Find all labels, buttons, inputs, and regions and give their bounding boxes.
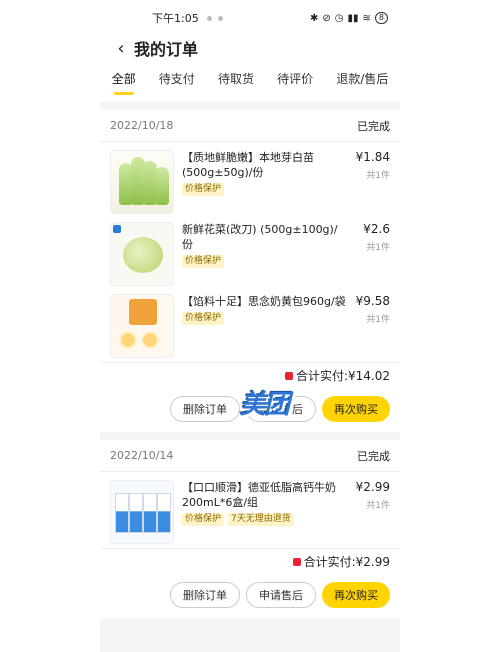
item-qty: 共1件 (366, 315, 390, 325)
order-item[interactable]: 【质地鲜脆嫩】本地芽白苗(500g±50g)/份 价格保护 ¥1.84 共1件 (100, 142, 400, 214)
product-image-custard-bun[interactable] (110, 294, 174, 358)
price-protection-tag: 价格保护 (182, 513, 225, 526)
status-bar: 下午1:05 ✱ ⊘ ◷ ▮▮ ≋ 8 (100, 0, 400, 36)
mute-icon: ⊘ (322, 12, 331, 24)
price-protection-tag: 价格保护 (182, 183, 225, 196)
item-price-block: ¥2.6 共1件 (346, 222, 390, 286)
apply-after-sale-button[interactable]: 申请售后 (246, 582, 316, 608)
meituan-watermark-logo: 美团 (240, 390, 290, 420)
brand-logo-icon (113, 225, 121, 233)
item-qty: 共1件 (366, 243, 390, 253)
bluetooth-icon: ✱ (309, 12, 319, 24)
price-protection-tag: 价格保护 (182, 312, 225, 325)
order-date: 2022/10/14 (110, 449, 174, 462)
order-item[interactable]: 【口口顺滑】德亚低脂高钙牛奶 200mL*6盒/组 价格保护 7天无理由退货 ¥… (100, 472, 400, 544)
item-name: 【馅料十足】思念奶黄包960g/袋 (182, 295, 346, 308)
delete-order-button[interactable]: 删除订单 (170, 582, 240, 608)
payment-icon (284, 371, 293, 380)
item-info: 新鲜花菜(改刀) (500g±100g)/份 价格保护 (182, 222, 346, 286)
battery-icon: 8 (374, 12, 388, 24)
total-amount: ¥14.02 (348, 368, 390, 383)
wifi-icon: ≋ (362, 12, 371, 24)
item-name: 【质地鲜脆嫩】本地芽白苗(500g±50g)/份 (182, 151, 314, 179)
alarm-icon: ◷ (334, 12, 344, 24)
notification-icon (206, 15, 212, 21)
back-arrow-icon[interactable]: ‹ (112, 38, 130, 59)
order-header: 2022/10/14 已完成 (100, 440, 400, 472)
order-actions: 删除订单 申请售后 再次购买 (100, 574, 400, 618)
item-price: ¥2.6 (363, 222, 390, 236)
tab-refund-after-sale[interactable]: 退款/售后 (334, 70, 390, 87)
page-header: ‹ 我的订单 (100, 36, 400, 60)
tab-all[interactable]: 全部 (110, 70, 138, 95)
order-status: 已完成 (357, 449, 390, 463)
item-name: 新鲜花菜(改刀) (500g±100g)/份 (182, 223, 338, 251)
phone-screen: 下午1:05 ✱ ⊘ ◷ ▮▮ ≋ 8 ‹ 我的订单 全部 待支付 待取货 待评… (100, 0, 400, 652)
total-amount: ¥2.99 (355, 554, 390, 569)
signal-icon: ▮▮ (347, 12, 359, 24)
product-image-bok-choy[interactable] (110, 150, 174, 214)
notification-icon (217, 15, 223, 21)
order-header: 2022/10/18 已完成 (100, 110, 400, 142)
item-price-block: ¥9.58 共1件 (346, 294, 390, 358)
order-card[interactable]: 2022/10/14 已完成 【口口顺滑】德亚低脂高钙牛奶 200mL*6盒/组… (100, 440, 400, 618)
price-protection-tag: 价格保护 (182, 255, 225, 268)
item-price: ¥9.58 (355, 294, 390, 308)
buy-again-button[interactable]: 再次购买 (322, 396, 390, 422)
buy-again-button[interactable]: 再次购买 (322, 582, 390, 608)
notification-icons (206, 15, 223, 21)
product-image-milk-cartons[interactable] (110, 480, 174, 544)
order-total: 合计实付: ¥2.99 (100, 548, 400, 574)
item-price: ¥2.99 (355, 480, 390, 494)
item-info: 【质地鲜脆嫩】本地芽白苗(500g±50g)/份 价格保护 (182, 150, 346, 214)
status-time: 下午1:05 (152, 12, 199, 25)
delete-order-button[interactable]: 删除订单 (170, 396, 240, 422)
item-price: ¥1.84 (355, 150, 390, 164)
order-item[interactable]: 【馅料十足】思念奶黄包960g/袋 价格保护 ¥9.58 共1件 (100, 286, 400, 358)
order-tabs: 全部 待支付 待取货 待评价 退款/售后 (100, 60, 400, 102)
item-info: 【口口顺滑】德亚低脂高钙牛奶 200mL*6盒/组 价格保护 7天无理由退货 (182, 480, 346, 544)
order-item[interactable]: 新鲜花菜(改刀) (500g±100g)/份 价格保护 ¥2.6 共1件 (100, 214, 400, 286)
status-icons: ✱ ⊘ ◷ ▮▮ ≋ 8 (310, 12, 388, 24)
tab-pending-payment[interactable]: 待支付 (157, 70, 197, 87)
product-image-cauliflower[interactable] (110, 222, 174, 286)
seven-day-return-tag: 7天无理由退货 (228, 513, 294, 526)
total-label: 合计实付: (295, 369, 348, 383)
item-qty: 共1件 (366, 501, 390, 511)
item-name: 【口口顺滑】德亚低脂高钙牛奶 200mL*6盒/组 (182, 481, 336, 509)
item-qty: 共1件 (366, 171, 390, 181)
item-price-block: ¥2.99 共1件 (346, 480, 390, 544)
tab-pending-review[interactable]: 待评价 (275, 70, 315, 87)
total-label: 合计实付: (303, 555, 356, 569)
item-info: 【馅料十足】思念奶黄包960g/袋 价格保护 (182, 294, 346, 358)
tab-pending-pickup[interactable]: 待取货 (216, 70, 256, 87)
order-date: 2022/10/18 (110, 119, 174, 132)
order-status: 已完成 (357, 119, 390, 133)
page-title: 我的订单 (134, 40, 199, 59)
payment-icon (292, 557, 301, 566)
item-price-block: ¥1.84 共1件 (346, 150, 390, 214)
